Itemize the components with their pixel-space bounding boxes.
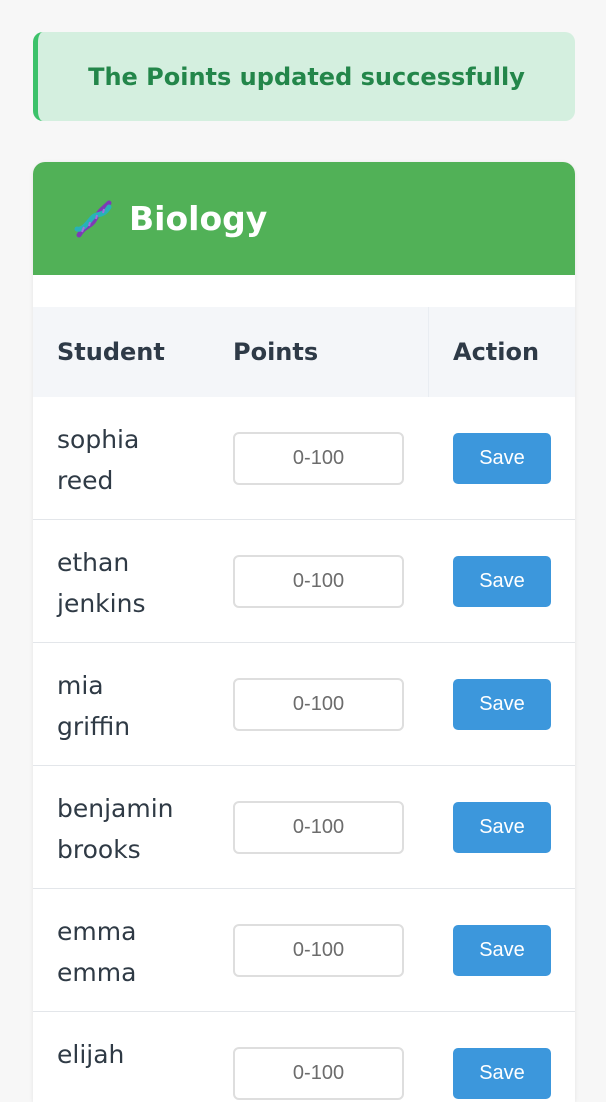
success-alert: The Points updated successfully — [33, 32, 575, 121]
table-row: elijah Save — [33, 1012, 575, 1102]
student-name: ethan jenkins — [57, 542, 207, 624]
student-last-name: reed — [57, 466, 114, 495]
student-first-name: emma — [57, 917, 137, 946]
student-name: benjamin brooks — [57, 788, 207, 870]
save-button[interactable]: Save — [453, 556, 551, 607]
points-input[interactable] — [233, 555, 404, 608]
student-first-name: benjamin — [57, 794, 174, 823]
student-last-name: brooks — [57, 835, 141, 864]
table-row: mia griffin Save — [33, 643, 575, 766]
save-button[interactable]: Save — [453, 1048, 551, 1099]
save-button[interactable]: Save — [453, 679, 551, 730]
student-first-name: mia — [57, 671, 104, 700]
student-first-name: ethan — [57, 548, 130, 577]
table-row: sophia reed Save — [33, 397, 575, 520]
header-student: Student — [57, 338, 165, 366]
table-header: Student Points Action — [33, 307, 575, 397]
course-card: Biology Student Points Action sophia ree… — [33, 162, 575, 1102]
table-row: ethan jenkins Save — [33, 520, 575, 643]
student-last-name: emma — [57, 958, 137, 987]
table-spacer — [33, 275, 575, 307]
header-divider — [428, 307, 429, 397]
header-points: Points — [233, 338, 319, 366]
points-input[interactable] — [233, 924, 404, 977]
points-input[interactable] — [233, 1047, 404, 1100]
points-input[interactable] — [233, 801, 404, 854]
header-action: Action — [453, 338, 540, 366]
student-name: emma emma — [57, 911, 207, 993]
student-last-name: jenkins — [57, 589, 146, 618]
save-button[interactable]: Save — [453, 433, 551, 484]
table-row: emma emma Save — [33, 889, 575, 1012]
student-first-name: elijah — [57, 1040, 125, 1069]
points-input[interactable] — [233, 678, 404, 731]
table-row: benjamin brooks Save — [33, 766, 575, 889]
points-input[interactable] — [233, 432, 404, 485]
student-name: mia griffin — [57, 665, 207, 747]
student-first-name: sophia — [57, 425, 140, 454]
alert-message: The Points updated successfully — [88, 62, 525, 91]
student-name: elijah — [57, 1034, 207, 1075]
student-name: sophia reed — [57, 419, 207, 501]
course-title: Biology — [129, 199, 268, 238]
card-header: Biology — [33, 162, 575, 275]
dna-icon — [71, 197, 115, 241]
save-button[interactable]: Save — [453, 802, 551, 853]
save-button[interactable]: Save — [453, 925, 551, 976]
student-last-name: griffin — [57, 712, 131, 741]
